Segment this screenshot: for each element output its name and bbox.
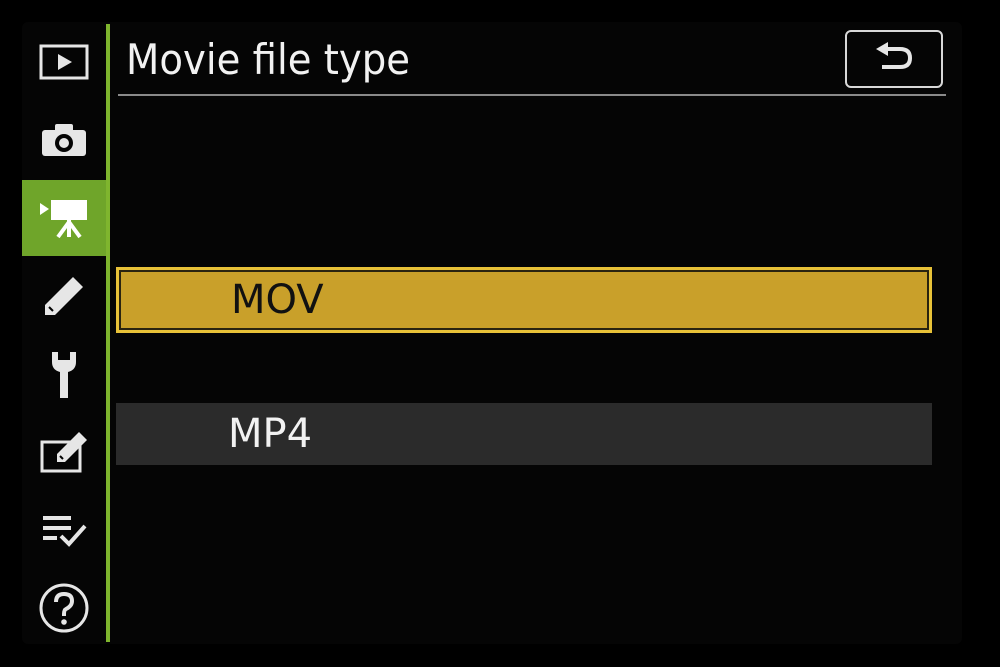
option-label: MOV xyxy=(231,277,324,323)
option-mov[interactable]: MOV xyxy=(116,267,932,333)
playback-icon xyxy=(39,44,89,80)
help-icon xyxy=(38,582,90,634)
movie-camera-icon xyxy=(38,197,90,239)
sidebar-item-movie-shooting[interactable] xyxy=(22,180,106,256)
camera-icon xyxy=(40,122,88,158)
my-menu-icon xyxy=(41,512,87,548)
page-title: Movie file type xyxy=(126,35,411,84)
return-arrow-icon xyxy=(872,41,916,77)
sidebar-item-custom-settings[interactable] xyxy=(22,258,106,334)
option-label: MP4 xyxy=(228,411,313,457)
sidebar-divider xyxy=(106,24,110,642)
sidebar-item-retouch[interactable] xyxy=(22,414,106,490)
wrench-icon xyxy=(48,348,80,400)
sidebar-item-photo-shooting[interactable] xyxy=(22,102,106,178)
sidebar-item-my-menu[interactable] xyxy=(22,492,106,568)
retouch-icon xyxy=(39,430,89,474)
sidebar-item-playback[interactable] xyxy=(22,24,106,100)
camera-screen xyxy=(22,22,962,644)
pencil-icon xyxy=(41,273,87,319)
title-divider xyxy=(118,94,946,96)
sidebar-item-help[interactable] xyxy=(22,570,106,646)
option-mp4[interactable]: MP4 xyxy=(116,403,932,465)
sidebar-item-setup[interactable] xyxy=(22,336,106,412)
back-button[interactable] xyxy=(845,30,943,88)
